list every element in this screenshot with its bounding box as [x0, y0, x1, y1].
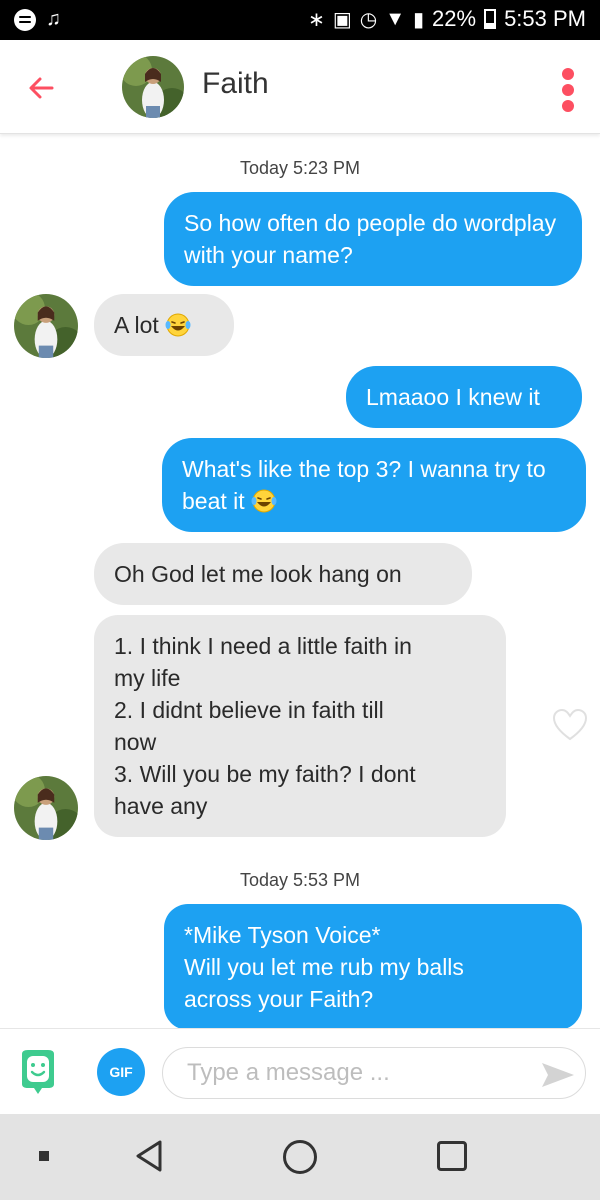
contact-name: Faith [202, 67, 269, 100]
system-navigation-bar [0, 1114, 600, 1200]
message-line: Will you let me rub my balls [184, 954, 464, 980]
avatar[interactable] [14, 776, 78, 840]
heart-icon[interactable] [552, 708, 588, 742]
message-text: A lot [114, 312, 159, 338]
message-bubble-incoming[interactable]: A lot [94, 294, 234, 356]
message-input[interactable] [162, 1047, 586, 1099]
message-line: 2. I didnt believe in faith till [114, 697, 384, 723]
message-bubble-outgoing[interactable]: *Mike Tyson Voice* Will you let me rub m… [164, 904, 582, 1030]
message-bubble-incoming[interactable]: 1. I think I need a little faith in my l… [94, 615, 506, 837]
send-icon[interactable] [540, 1061, 576, 1089]
nav-home-icon[interactable] [283, 1140, 317, 1174]
nfc-icon: ▣ [332, 8, 352, 31]
message-line: now [114, 729, 157, 755]
nav-recents-icon[interactable] [437, 1141, 467, 1171]
bluetooth-icon: ∗ [308, 8, 325, 31]
avatar[interactable] [14, 294, 78, 358]
timestamp: Today 5:23 PM [239, 158, 361, 178]
message-text: Lmaaoo I knew it [366, 384, 540, 410]
message-composer: GIF [0, 1028, 600, 1114]
message-line: have any [114, 793, 208, 819]
chat-header: Faith [0, 40, 600, 134]
message-text: What's like the top 3? I wanna try to be… [182, 456, 546, 514]
nav-menu-icon[interactable] [39, 1151, 49, 1161]
avatar[interactable] [122, 56, 184, 118]
battery-percent: 22% [432, 6, 477, 31]
message-line: 1. I think I need a little faith in [114, 633, 412, 659]
gif-button[interactable]: GIF [97, 1048, 145, 1096]
message-bubble-outgoing[interactable]: Lmaaoo I knew it [346, 366, 582, 428]
message-bubble-outgoing[interactable]: What's like the top 3? I wanna try to be… [162, 438, 586, 532]
message-text: So how often do people do wordplay with … [184, 210, 557, 268]
spotify-icon [14, 8, 36, 31]
message-line: across your Faith? [184, 986, 374, 1012]
back-arrow-icon[interactable] [22, 66, 66, 110]
bitmoji-icon[interactable] [18, 1050, 58, 1094]
wifi-icon: ▼ [385, 7, 405, 30]
more-vertical-icon[interactable] [556, 68, 580, 112]
notification-icon: ♫ [46, 8, 61, 30]
laughing-emoji-icon [165, 313, 191, 337]
clock: 5:53 PM [504, 6, 586, 31]
battery-icon [484, 9, 497, 29]
status-left-icons: ♫ [14, 8, 61, 31]
laughing-emoji-icon [251, 489, 277, 513]
timestamp: Today 5:53 PM [239, 870, 361, 890]
message-line: *Mike Tyson Voice* [184, 922, 381, 948]
message-bubble-outgoing[interactable]: So how often do people do wordplay with … [164, 192, 582, 286]
signal-icon: ▮ [413, 8, 425, 31]
message-line: 3. Will you be my faith? I dont [114, 761, 416, 787]
message-bubble-incoming[interactable]: Oh God let me look hang on [94, 543, 472, 605]
message-text: Oh God let me look hang on [114, 561, 402, 587]
status-bar: ♫ ∗ ▣ ◷ ▼ ▮ 22% 5:53 PM [0, 0, 600, 40]
nav-back-icon[interactable] [132, 1138, 168, 1174]
alarm-icon: ◷ [359, 8, 378, 31]
status-right-icons: ∗ ▣ ◷ ▼ ▮ 22% 5:53 PM [308, 6, 586, 32]
message-line: my life [114, 665, 181, 691]
